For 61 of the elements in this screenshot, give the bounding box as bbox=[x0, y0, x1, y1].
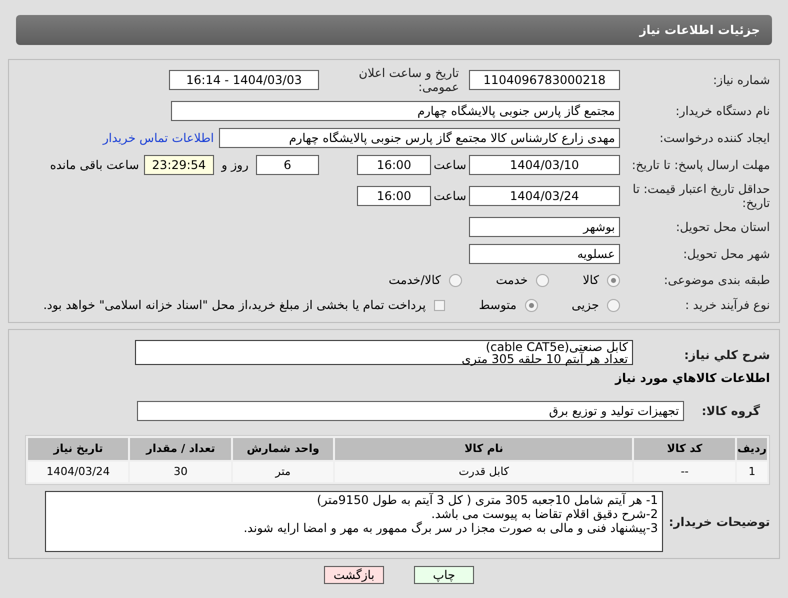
radio-button[interactable] bbox=[524, 298, 538, 312]
text-field[interactable]: 23:29:54 bbox=[144, 155, 214, 175]
field-label: استان محل تحویل: bbox=[674, 220, 770, 234]
text-field[interactable]: 6 bbox=[256, 155, 319, 175]
text-field[interactable]: مهدی زارع کارشناس کالا مجتمع گاز پارس جنوبی پالایشگاه چهارم bbox=[219, 128, 620, 148]
table-cell: متر bbox=[232, 462, 334, 482]
field-label: ساعت bbox=[432, 188, 468, 205]
field-label: ساعت باقی مانده bbox=[50, 157, 139, 174]
column-header: تعداد / مقدار bbox=[130, 438, 231, 460]
column-header: تاریخ نیاز bbox=[28, 438, 128, 460]
field-label: خدمت bbox=[496, 272, 528, 289]
field-label: کالا bbox=[582, 272, 599, 289]
radio-button[interactable] bbox=[536, 274, 549, 286]
field-label: شهر محل تحویل: bbox=[682, 247, 770, 261]
text-field[interactable]: تجهیزات تولید و توزیع برق bbox=[137, 401, 684, 421]
text-field[interactable]: 16:00 bbox=[357, 155, 431, 175]
text-field[interactable]: 1404/03/10 bbox=[469, 155, 620, 175]
column-header: ردیف bbox=[736, 438, 767, 460]
field-label: نام دستگاه خریدار: bbox=[674, 104, 770, 118]
field-label: حداقل تاریخ اعتبار قیمت: تا تاریخ: bbox=[632, 182, 770, 210]
field-label: گروه کالا: bbox=[700, 404, 761, 418]
field-label: کالا/خدمت bbox=[388, 272, 441, 289]
field-label: تاریخ و ساعت اعلان عمومی: bbox=[358, 66, 460, 94]
field-label: مهلت ارسال پاسخ: تا تاریخ: bbox=[630, 158, 770, 172]
notes-textarea[interactable]: 1- هر آیتم شامل 10جعبه 305 متری ( کل 3 آیتم به طول 9150متر) 2-شرح دقیق اقلام تقاضا به پیوست می باشد. 3-پیشنهاد فنی و مالی به صورت مجزا در سر برگ ممهور به مهر و امضا ارایه شوند. bbox=[45, 491, 663, 552]
field-label: متوسط bbox=[478, 297, 517, 314]
page-title: جزئیات اطلاعات نیاز bbox=[639, 22, 760, 39]
radio-button[interactable] bbox=[607, 274, 620, 286]
text-field[interactable]: 16:00 bbox=[357, 186, 431, 206]
field-label: پرداخت تمام یا بخشی از مبلغ خرید،از محل "اسناد خزانه اسلامی" خواهد بود. bbox=[43, 297, 426, 314]
text-field[interactable]: 1404/03/03 - 16:14 bbox=[169, 70, 319, 90]
field-label: روز و bbox=[220, 157, 250, 174]
text-field[interactable]: بوشهر bbox=[469, 217, 620, 237]
field-label: جزیی bbox=[572, 297, 599, 314]
description-textarea[interactable]: کابل صنعتی(cable CAT5e) تعداد هر آیتم 10 حلقه 305 متری bbox=[135, 340, 633, 365]
table-cell: 30 bbox=[130, 462, 231, 482]
text-field[interactable]: 1104096783000218 bbox=[469, 70, 620, 90]
column-header: واحد شمارش bbox=[232, 438, 334, 460]
radio-button[interactable] bbox=[607, 298, 620, 312]
print-button[interactable]: چاپ bbox=[414, 566, 474, 584]
checkbox[interactable] bbox=[434, 300, 445, 310]
text-field[interactable]: عسلویه bbox=[469, 244, 620, 264]
table-cell: 1404/03/24 bbox=[28, 462, 128, 482]
field-label: نوع فرآیند خرید : bbox=[684, 298, 770, 312]
section-heading: اطلاعات کالاهاي مورد نياز bbox=[615, 370, 770, 387]
column-header: کد کالا bbox=[634, 438, 735, 460]
field-label: طبقه بندی موضوعی: bbox=[662, 273, 770, 287]
field-label: توضیحات خریدار: bbox=[668, 514, 770, 528]
table-cell: 1 bbox=[736, 462, 767, 482]
contact-link[interactable]: اطلاعات تماس خریدار bbox=[102, 129, 214, 147]
table-cell: -- bbox=[634, 462, 735, 482]
radio-button[interactable] bbox=[448, 274, 462, 286]
text-field[interactable]: مجتمع گاز پارس جنوبی پالایشگاه چهارم bbox=[171, 101, 620, 121]
field-label: شماره نیاز: bbox=[712, 73, 770, 87]
back-button[interactable]: بازگشت bbox=[324, 566, 384, 584]
text-field[interactable]: 1404/03/24 bbox=[469, 186, 620, 206]
column-header: نام کالا bbox=[335, 438, 632, 460]
field-label: ایجاد کننده درخواست: bbox=[658, 131, 770, 145]
field-label: شرح کلي نياز: bbox=[683, 347, 770, 362]
field-label: ساعت bbox=[432, 157, 468, 174]
table-cell: کابل قدرت bbox=[335, 462, 632, 482]
